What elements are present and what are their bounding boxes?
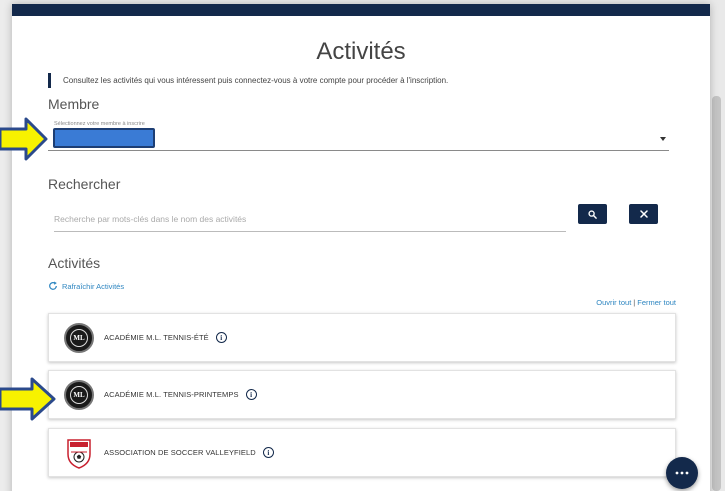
scrollbar-thumb[interactable] — [712, 96, 721, 491]
info-icon[interactable]: i — [245, 389, 257, 400]
search-label: Rechercher — [48, 176, 121, 192]
member-selected-value[interactable] — [53, 128, 155, 148]
close-icon — [639, 210, 648, 218]
close-all-link[interactable]: Fermer tout — [637, 298, 676, 307]
academie-ml-logo: ML — [64, 322, 94, 353]
info-icon[interactable]: i — [262, 447, 274, 458]
academie-ml-logo: ML — [64, 379, 94, 410]
soccer-crest-logo — [67, 438, 91, 469]
refresh-icon — [49, 281, 57, 290]
activity-card[interactable]: ASSOCIATION DE SOCCER VALLEYFIELD i — [48, 428, 676, 477]
member-select[interactable] — [48, 128, 669, 151]
activities-label: Activités — [48, 255, 101, 271]
page-container: Activités Consultez les activités qui vo… — [12, 4, 710, 491]
expand-collapse-links: Ouvrir tout | Fermer tout — [596, 298, 676, 307]
info-icon[interactable]: i — [215, 332, 227, 343]
annotation-arrow-right — [0, 117, 48, 161]
logo-text: ML — [70, 328, 88, 347]
page-title: Activités — [316, 38, 406, 65]
intro-text: Consultez les activités qui vous intéres… — [48, 73, 448, 88]
annotation-arrow-right — [0, 377, 56, 421]
activity-name: ASSOCIATION DE SOCCER VALLEYFIELD — [104, 448, 256, 457]
clear-search-button[interactable] — [629, 204, 658, 224]
search-button[interactable] — [578, 204, 607, 224]
search-icon — [588, 209, 597, 219]
logo-text: ML — [70, 385, 88, 404]
refresh-activities-link[interactable]: Rafraîchir Activités — [48, 281, 124, 291]
activity-card[interactable]: ML ACADÉMIE M.L. TENNIS-PRINTEMPS i — [48, 370, 676, 419]
chat-button[interactable] — [666, 457, 698, 489]
search-input[interactable] — [54, 207, 566, 232]
chevron-down-icon[interactable] — [660, 137, 666, 141]
activity-name: ACADÉMIE M.L. TENNIS-ÉTÉ — [104, 333, 209, 342]
more-icon — [675, 471, 689, 475]
links-separator: | — [633, 298, 636, 307]
open-all-link[interactable]: Ouvrir tout — [596, 298, 631, 307]
activity-name: ACADÉMIE M.L. TENNIS-PRINTEMPS — [104, 390, 239, 399]
activity-card[interactable]: ML ACADÉMIE M.L. TENNIS-ÉTÉ i — [48, 313, 676, 362]
member-label: Membre — [48, 96, 100, 112]
top-bar — [12, 4, 710, 16]
member-sublabel: Sélectionnez votre membre à inscrire — [54, 121, 145, 127]
refresh-activities-label: Rafraîchir Activités — [62, 281, 125, 291]
